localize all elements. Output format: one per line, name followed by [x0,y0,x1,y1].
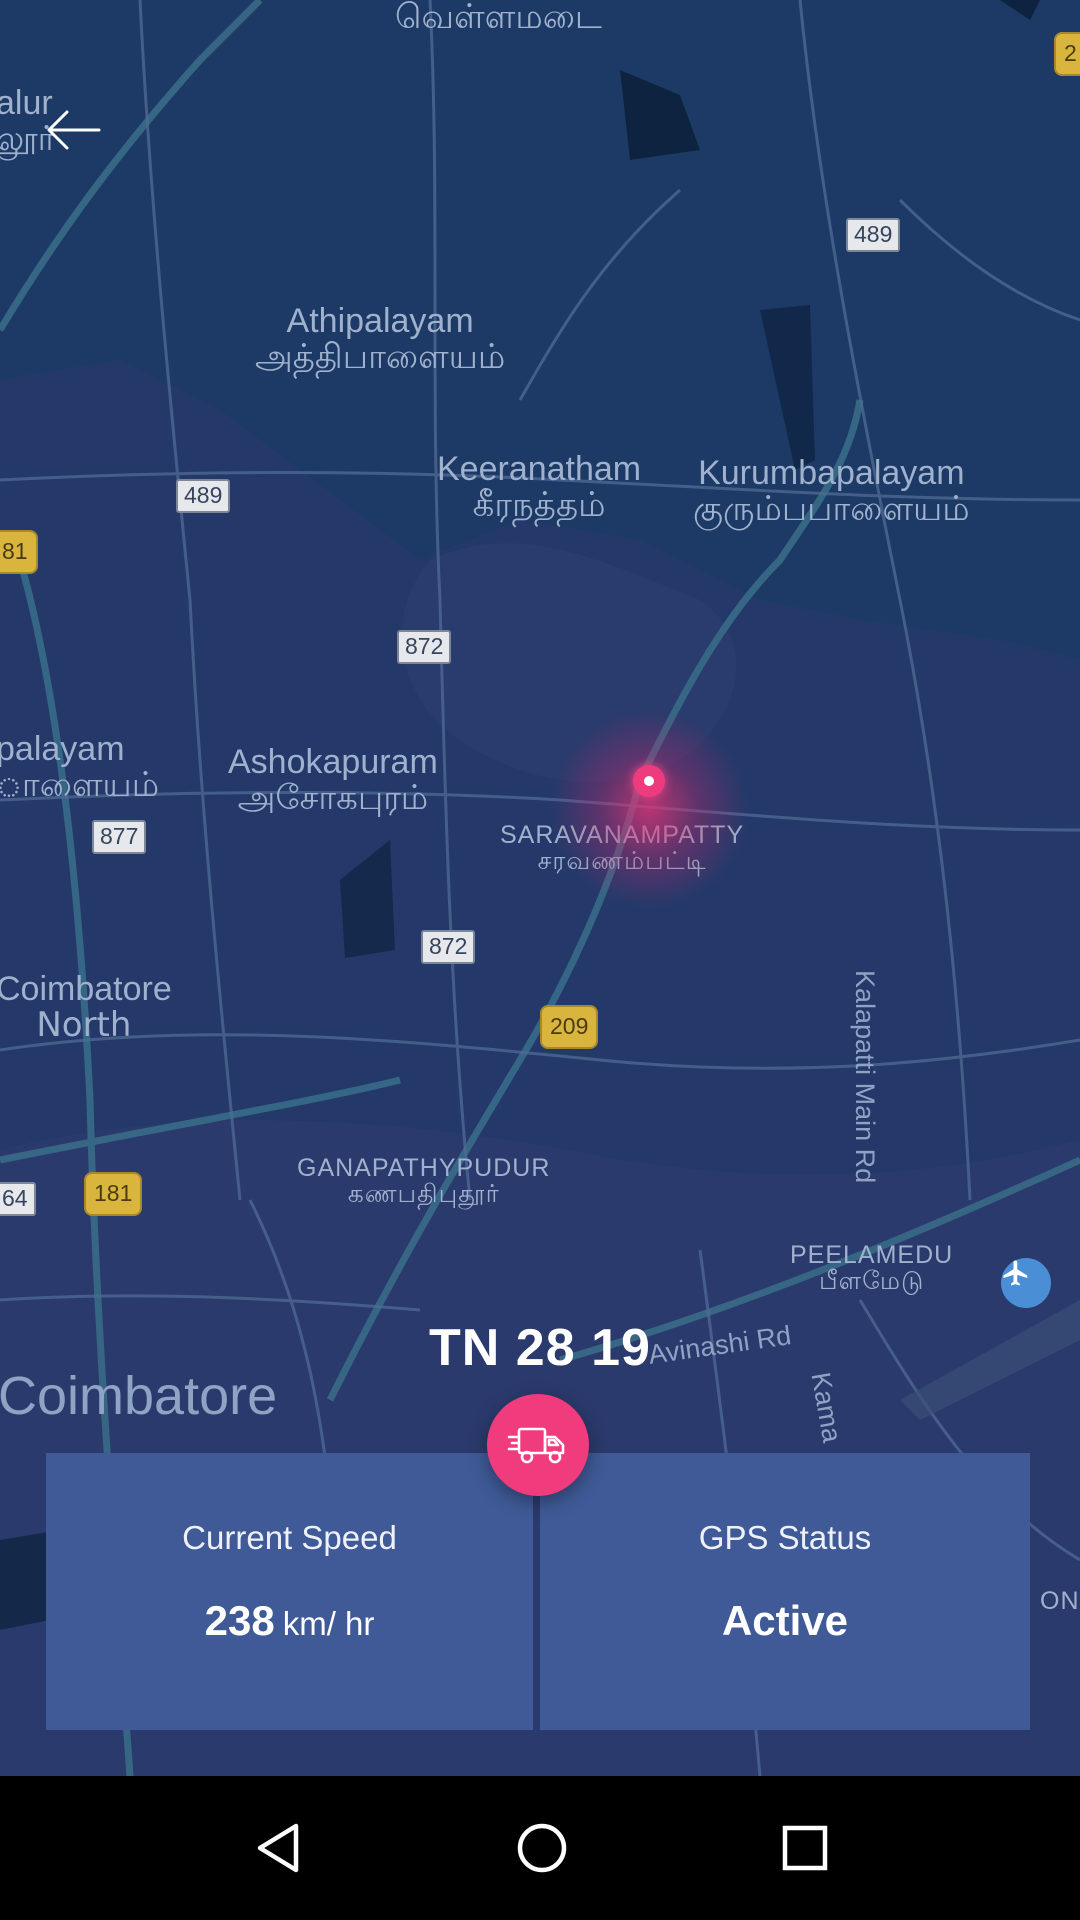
current-speed-card: Current Speed 238 km/ hr [46,1453,533,1730]
road-sign-64: 64 [0,1182,36,1216]
map-label-kurumbapalayam: Kurumbapalayam குரும்பபாளையம் [693,454,970,529]
map-label-athipalayam: Athipalayam அத்திபாளையம் [255,302,506,377]
road-sign-181: 181 [84,1172,143,1216]
nav-recents-button[interactable] [735,1776,875,1920]
map-label-coimbatore-north: Coimbatore North [0,970,172,1045]
road-label-kalapatti: Kalapatti Main Rd [850,970,880,1184]
recents-square-icon [782,1825,828,1871]
map-label-partial-on: ON [1040,1587,1080,1615]
map-label-palayam: palayam ாளையம் [0,730,160,805]
current-speed-value-row: 238 km/ hr [46,1597,533,1645]
road-sign-877: 877 [92,820,147,854]
current-speed-unit: km/ hr [282,1605,375,1642]
back-button[interactable] [38,100,108,160]
road-sign-489-top: 489 [846,218,901,252]
road-sign-872-north: 872 [397,630,452,664]
map-label-peelamedu: PEELAMEDU பீளமேடு [790,1241,954,1296]
map-label-vellamadai: வெள்ளமடை [395,0,602,37]
arrow-left-icon [47,110,101,150]
screen: வெள்ளமடை alur லூர் Athipalayam அத்திபாளை… [0,0,1080,1920]
gps-status-value: Active [721,1597,849,1644]
road-sign-81: 81 [0,530,38,574]
vehicle-number: TN 28 19 [429,1319,651,1377]
current-speed-value: 238 [204,1597,275,1644]
truck-icon [507,1427,565,1464]
location-glow [549,709,749,909]
system-nav-bar [0,1776,1080,1920]
road-sign-872-south: 872 [421,930,476,964]
vehicle-button[interactable] [487,1394,589,1496]
map-label-keeranatham: Keeranatham கீரநத்தம் [437,450,642,525]
nav-home-button[interactable] [472,1776,612,1920]
vehicle-location-marker[interactable] [633,765,665,797]
road-sign-2: 2 [1054,32,1080,76]
road-sign-489-left: 489 [176,479,231,513]
road-sign-209: 209 [540,1005,599,1049]
airplane-icon[interactable] [1001,1258,1051,1308]
current-speed-title: Current Speed [182,1519,397,1556]
nav-back-button[interactable] [208,1776,348,1920]
map-label-ashokapuram: Ashokapuram அசோகபுரம் [228,743,438,818]
back-triangle-icon [257,1823,299,1873]
map-label-ganapathypudur: GANAPATHYPUDUR கணபதிபுதூர் [297,1154,551,1209]
gps-status-card: GPS Status Active [540,1453,1030,1730]
home-circle-icon [517,1823,567,1873]
gps-status-title: GPS Status [698,1519,872,1556]
